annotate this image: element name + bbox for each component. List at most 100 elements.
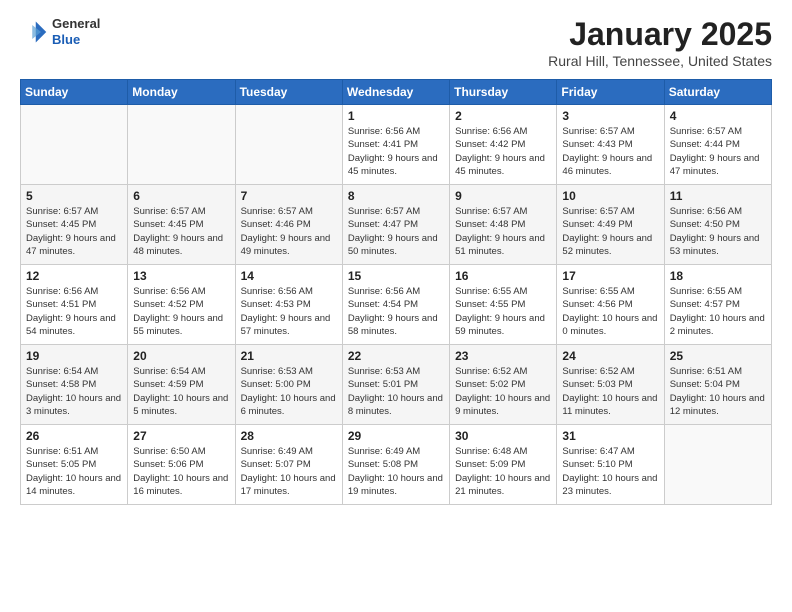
day-number: 9 (455, 189, 551, 203)
day-info: Sunrise: 6:52 AM Sunset: 5:02 PM Dayligh… (455, 365, 551, 418)
day-info: Sunrise: 6:51 AM Sunset: 5:05 PM Dayligh… (26, 445, 122, 498)
weekday-header-row: SundayMondayTuesdayWednesdayThursdayFrid… (21, 80, 772, 105)
calendar-cell: 9 Sunrise: 6:57 AM Sunset: 4:48 PM Daylig… (450, 185, 557, 265)
day-info: Sunrise: 6:55 AM Sunset: 4:56 PM Dayligh… (562, 285, 658, 338)
calendar-cell: 24 Sunrise: 6:52 AM Sunset: 5:03 PM Dayli… (557, 345, 664, 425)
calendar-cell: 27 Sunrise: 6:50 AM Sunset: 5:06 PM Dayli… (128, 425, 235, 505)
day-info: Sunrise: 6:57 AM Sunset: 4:43 PM Dayligh… (562, 125, 658, 178)
calendar-cell: 26 Sunrise: 6:51 AM Sunset: 5:05 PM Dayli… (21, 425, 128, 505)
day-info: Sunrise: 6:55 AM Sunset: 4:57 PM Dayligh… (670, 285, 766, 338)
day-info: Sunrise: 6:56 AM Sunset: 4:52 PM Dayligh… (133, 285, 229, 338)
calendar-cell: 11 Sunrise: 6:56 AM Sunset: 4:50 PM Dayli… (664, 185, 771, 265)
weekday-header-tuesday: Tuesday (235, 80, 342, 105)
title-block: January 2025 Rural Hill, Tennessee, Unit… (548, 16, 772, 69)
calendar-cell: 30Sunrise: 6:48 AM Sunset: 5:09 PM Dayli… (450, 425, 557, 505)
calendar-cell: 28 Sunrise: 6:49 AM Sunset: 5:07 PM Dayli… (235, 425, 342, 505)
day-number: 11 (670, 189, 766, 203)
day-info: Sunrise: 6:56 AM Sunset: 4:51 PM Dayligh… (26, 285, 122, 338)
calendar-cell (664, 425, 771, 505)
day-number: 31 (562, 429, 658, 443)
calendar-cell: 10Sunrise: 6:57 AM Sunset: 4:49 PM Dayli… (557, 185, 664, 265)
weekday-header-sunday: Sunday (21, 80, 128, 105)
calendar-cell: 23 Sunrise: 6:52 AM Sunset: 5:02 PM Dayli… (450, 345, 557, 425)
day-number: 22 (348, 349, 444, 363)
day-number: 24 (562, 349, 658, 363)
day-info: Sunrise: 6:53 AM Sunset: 5:01 PM Dayligh… (348, 365, 444, 418)
week-row-1: 1 Sunrise: 6:56 AM Sunset: 4:41 PM Daylig… (21, 105, 772, 185)
day-info: Sunrise: 6:56 AM Sunset: 4:53 PM Dayligh… (241, 285, 337, 338)
weekday-header-wednesday: Wednesday (342, 80, 449, 105)
day-number: 16 (455, 269, 551, 283)
logo-blue-text: Blue (52, 32, 100, 48)
day-info: Sunrise: 6:54 AM Sunset: 4:58 PM Dayligh… (26, 365, 122, 418)
day-info: Sunrise: 6:57 AM Sunset: 4:46 PM Dayligh… (241, 205, 337, 258)
day-number: 18 (670, 269, 766, 283)
weekday-header-monday: Monday (128, 80, 235, 105)
weekday-header-saturday: Saturday (664, 80, 771, 105)
week-row-3: 12 Sunrise: 6:56 AM Sunset: 4:51 PM Dayli… (21, 265, 772, 345)
day-info: Sunrise: 6:49 AM Sunset: 5:07 PM Dayligh… (241, 445, 337, 498)
calendar-cell: 25 Sunrise: 6:51 AM Sunset: 5:04 PM Dayli… (664, 345, 771, 425)
calendar-cell: 3 Sunrise: 6:57 AM Sunset: 4:43 PM Daylig… (557, 105, 664, 185)
day-info: Sunrise: 6:57 AM Sunset: 4:47 PM Dayligh… (348, 205, 444, 258)
calendar-cell: 21Sunrise: 6:53 AM Sunset: 5:00 PM Dayli… (235, 345, 342, 425)
calendar-cell: 22 Sunrise: 6:53 AM Sunset: 5:01 PM Dayli… (342, 345, 449, 425)
calendar-cell: 29 Sunrise: 6:49 AM Sunset: 5:08 PM Dayli… (342, 425, 449, 505)
calendar-cell: 7Sunrise: 6:57 AM Sunset: 4:46 PM Daylig… (235, 185, 342, 265)
day-number: 23 (455, 349, 551, 363)
calendar-cell: 18 Sunrise: 6:55 AM Sunset: 4:57 PM Dayli… (664, 265, 771, 345)
calendar-cell: 13 Sunrise: 6:56 AM Sunset: 4:52 PM Dayli… (128, 265, 235, 345)
day-info: Sunrise: 6:56 AM Sunset: 4:41 PM Dayligh… (348, 125, 444, 178)
calendar-cell: 12 Sunrise: 6:56 AM Sunset: 4:51 PM Dayli… (21, 265, 128, 345)
day-info: Sunrise: 6:57 AM Sunset: 4:45 PM Dayligh… (133, 205, 229, 258)
logo-icon (20, 18, 48, 46)
day-info: Sunrise: 6:57 AM Sunset: 4:45 PM Dayligh… (26, 205, 122, 258)
day-number: 15 (348, 269, 444, 283)
day-info: Sunrise: 6:51 AM Sunset: 5:04 PM Dayligh… (670, 365, 766, 418)
day-number: 1 (348, 109, 444, 123)
month-title: January 2025 (548, 16, 772, 53)
logo: General Blue (20, 16, 100, 47)
calendar-table: SundayMondayTuesdayWednesdayThursdayFrid… (20, 79, 772, 505)
logo-text: General Blue (52, 16, 100, 47)
calendar-cell: 14 Sunrise: 6:56 AM Sunset: 4:53 PM Dayli… (235, 265, 342, 345)
calendar-cell: 16 Sunrise: 6:55 AM Sunset: 4:55 PM Dayli… (450, 265, 557, 345)
calendar-cell: 8Sunrise: 6:57 AM Sunset: 4:47 PM Daylig… (342, 185, 449, 265)
day-info: Sunrise: 6:49 AM Sunset: 5:08 PM Dayligh… (348, 445, 444, 498)
week-row-2: 5Sunrise: 6:57 AM Sunset: 4:45 PM Daylig… (21, 185, 772, 265)
calendar-cell: 15 Sunrise: 6:56 AM Sunset: 4:54 PM Dayli… (342, 265, 449, 345)
day-number: 20 (133, 349, 229, 363)
day-number: 25 (670, 349, 766, 363)
day-info: Sunrise: 6:55 AM Sunset: 4:55 PM Dayligh… (455, 285, 551, 338)
day-number: 19 (26, 349, 122, 363)
calendar-cell: 4Sunrise: 6:57 AM Sunset: 4:44 PM Daylig… (664, 105, 771, 185)
calendar-cell: 31Sunrise: 6:47 AM Sunset: 5:10 PM Dayli… (557, 425, 664, 505)
calendar-cell: 2Sunrise: 6:56 AM Sunset: 4:42 PM Daylig… (450, 105, 557, 185)
day-number: 3 (562, 109, 658, 123)
day-info: Sunrise: 6:57 AM Sunset: 4:48 PM Dayligh… (455, 205, 551, 258)
day-number: 2 (455, 109, 551, 123)
calendar-cell (21, 105, 128, 185)
header: General Blue January 2025 Rural Hill, Te… (20, 16, 772, 69)
day-number: 14 (241, 269, 337, 283)
day-number: 12 (26, 269, 122, 283)
calendar-cell: 20Sunrise: 6:54 AM Sunset: 4:59 PM Dayli… (128, 345, 235, 425)
day-number: 17 (562, 269, 658, 283)
day-number: 27 (133, 429, 229, 443)
day-info: Sunrise: 6:56 AM Sunset: 4:54 PM Dayligh… (348, 285, 444, 338)
day-number: 10 (562, 189, 658, 203)
day-number: 13 (133, 269, 229, 283)
calendar-cell: 19 Sunrise: 6:54 AM Sunset: 4:58 PM Dayli… (21, 345, 128, 425)
week-row-5: 26 Sunrise: 6:51 AM Sunset: 5:05 PM Dayli… (21, 425, 772, 505)
day-number: 28 (241, 429, 337, 443)
day-number: 4 (670, 109, 766, 123)
week-row-4: 19 Sunrise: 6:54 AM Sunset: 4:58 PM Dayli… (21, 345, 772, 425)
day-info: Sunrise: 6:52 AM Sunset: 5:03 PM Dayligh… (562, 365, 658, 418)
day-number: 26 (26, 429, 122, 443)
day-number: 29 (348, 429, 444, 443)
day-info: Sunrise: 6:48 AM Sunset: 5:09 PM Dayligh… (455, 445, 551, 498)
calendar-cell: 6Sunrise: 6:57 AM Sunset: 4:45 PM Daylig… (128, 185, 235, 265)
day-info: Sunrise: 6:56 AM Sunset: 4:50 PM Dayligh… (670, 205, 766, 258)
calendar-cell (235, 105, 342, 185)
day-info: Sunrise: 6:50 AM Sunset: 5:06 PM Dayligh… (133, 445, 229, 498)
